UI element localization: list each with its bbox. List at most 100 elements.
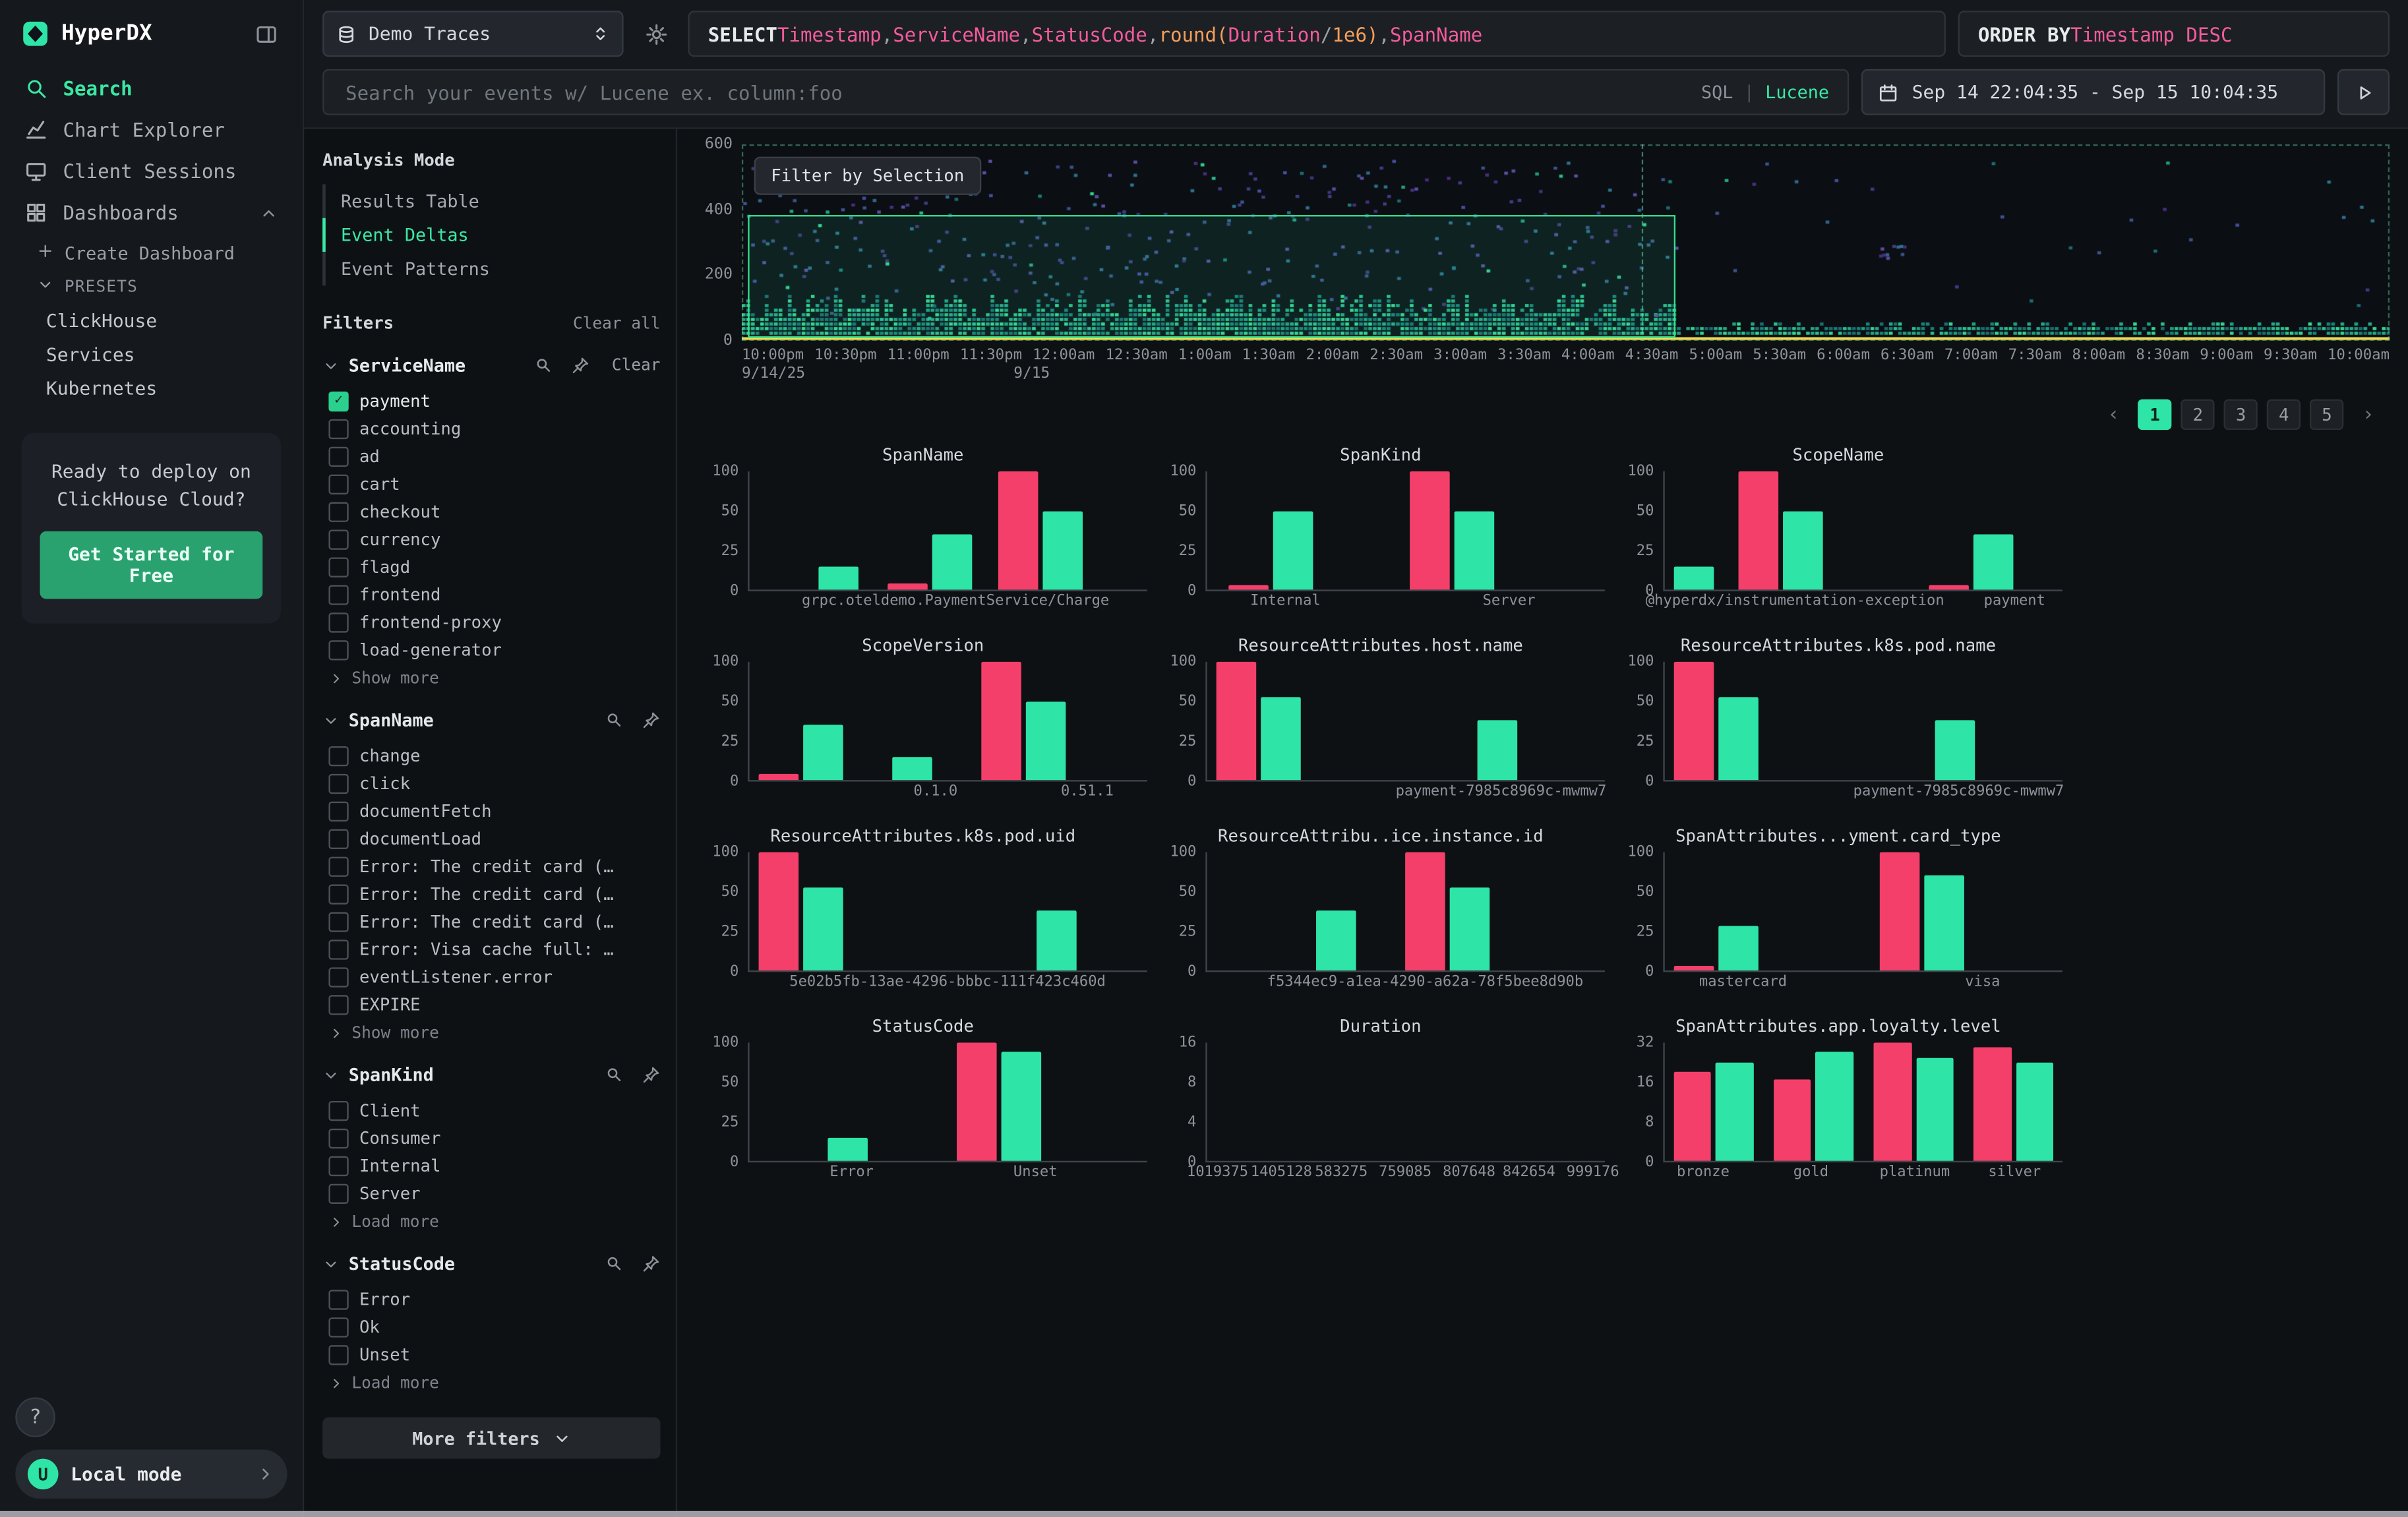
checkbox[interactable]: ✓ [328,391,348,411]
presets-toggle[interactable]: PRESETS [0,270,303,304]
filter-option-error-the-credit-card[interactable]: Error: The credit card (… [322,880,660,908]
create-dashboard-button[interactable]: Create Dashboard [0,237,303,270]
filter-option-load-generator[interactable]: load-generator [322,636,660,663]
checkbox[interactable] [328,967,348,986]
source-select[interactable]: Demo Traces [322,11,624,57]
facet-pin-icon[interactable] [642,1255,661,1273]
filter-option-frontend-proxy[interactable]: frontend-proxy [322,608,660,636]
sql-select-input[interactable]: SELECT Timestamp, ServiceName, StatusCod… [688,11,1946,57]
lang-toggle-lucene[interactable]: Lucene [1765,81,1829,103]
help-button[interactable]: ? [15,1397,55,1437]
analysis-mode-results-table[interactable]: Results Table [322,184,660,218]
facet-pin-icon[interactable] [642,1065,661,1084]
filter-option-documentload[interactable]: documentLoad [322,825,660,852]
show-more-button[interactable]: Show more [322,1018,660,1042]
pagination-prev[interactable]: ‹ [2098,402,2128,428]
checkbox[interactable] [328,612,348,632]
checkbox[interactable] [328,746,348,765]
sidebar-item-search[interactable]: Search [0,67,303,109]
filter-option-internal[interactable]: Internal [322,1152,660,1179]
filter-option-ok[interactable]: Ok [322,1313,660,1340]
checkbox[interactable] [328,1344,348,1364]
facet-pin-icon[interactable] [572,356,590,374]
checkbox[interactable] [328,994,348,1014]
filter-option-eventlistener-error[interactable]: eventListener.error [322,963,660,990]
filter-option-expire[interactable]: EXPIRE [322,990,660,1018]
pagination-page-1[interactable]: 1 [2138,400,2172,431]
checkbox[interactable] [328,1183,348,1203]
more-filters-button[interactable]: More filters [322,1417,660,1459]
checkbox[interactable] [328,1128,348,1148]
checkbox[interactable] [328,640,348,659]
filter-option-consumer[interactable]: Consumer [322,1124,660,1152]
checkbox[interactable] [328,883,348,903]
pagination-page-5[interactable]: 5 [2310,400,2343,431]
run-query-button[interactable] [2337,69,2390,115]
filter-option-click[interactable]: click [322,769,660,797]
filter-option-payment[interactable]: ✓payment [322,387,660,415]
facet-search-icon[interactable] [605,1255,624,1273]
pagination-next[interactable]: › [2353,402,2384,428]
analysis-mode-event-deltas[interactable]: Event Deltas [322,218,660,252]
filter-by-selection-button[interactable]: Filter by Selection [754,157,981,195]
get-started-button[interactable]: Get Started for Free [40,531,263,599]
filter-option-cart[interactable]: cart [322,470,660,498]
checkbox[interactable] [328,1317,348,1336]
sidebar-item-kubernetes[interactable]: Kubernetes [0,372,303,405]
load-more-button[interactable]: Load more [322,1207,660,1232]
facet-search-icon[interactable] [605,711,624,729]
checkbox[interactable] [328,474,348,494]
checkbox[interactable] [328,584,348,604]
checkbox[interactable] [328,1156,348,1175]
filter-option-error-visa-cache-full[interactable]: Error: Visa cache full: … [322,935,660,963]
checkbox[interactable] [328,446,348,466]
checkbox[interactable] [328,556,348,576]
sidebar-item-clickhouse[interactable]: ClickHouse [0,304,303,338]
filter-option-flagd[interactable]: flagd [322,552,660,580]
sidebar-item-client-sessions[interactable]: Client Sessions [0,150,303,192]
filter-option-client[interactable]: Client [322,1096,660,1124]
filter-option-error-the-credit-card[interactable]: Error: The credit card (… [322,852,660,880]
clear-all-button[interactable]: Clear all [573,314,661,332]
filter-option-error-the-credit-card[interactable]: Error: The credit card (… [322,907,660,935]
load-more-button[interactable]: Load more [322,1368,660,1392]
search-box[interactable]: SQL | Lucene [322,69,1849,115]
checkbox[interactable] [328,939,348,959]
checkbox[interactable] [328,501,348,521]
show-more-button[interactable]: Show more [322,663,660,688]
sidebar-item-chart-explorer[interactable]: Chart Explorer [0,109,303,150]
pagination-page-3[interactable]: 3 [2224,400,2258,431]
date-range-picker[interactable]: Sep 14 22:04:35 - Sep 15 10:04:35 [1861,69,2325,115]
facet-clear-button[interactable]: Clear [612,356,661,374]
search-input[interactable] [342,79,1689,105]
filter-option-change[interactable]: change [322,742,660,769]
filter-option-error[interactable]: Error [322,1285,660,1313]
checkbox[interactable] [328,1100,348,1120]
facet-search-icon[interactable] [535,356,553,374]
checkbox[interactable] [328,1289,348,1309]
facet-pin-icon[interactable] [642,711,661,729]
filter-option-currency[interactable]: currency [322,525,660,553]
checkbox[interactable] [328,529,348,549]
checkbox[interactable] [328,911,348,931]
filter-option-accounting[interactable]: accounting [322,415,660,442]
checkbox[interactable] [328,829,348,848]
facet-search-icon[interactable] [605,1065,624,1084]
heatmap-plot[interactable]: Filter by Selection [742,144,2390,341]
heatmap-selection[interactable] [748,215,1676,338]
filter-option-checkout[interactable]: checkout [322,498,660,525]
checkbox[interactable] [328,801,348,821]
filter-option-server[interactable]: Server [322,1179,660,1207]
sidebar-collapse-button[interactable] [252,19,281,48]
sidebar-item-services[interactable]: Services [0,338,303,371]
checkbox[interactable] [328,856,348,876]
analysis-mode-event-patterns[interactable]: Event Patterns [322,252,660,285]
filter-option-ad[interactable]: ad [322,442,660,470]
user-menu[interactable]: U Local mode [15,1450,287,1499]
filter-option-frontend[interactable]: frontend [322,580,660,608]
filter-option-documentfetch[interactable]: documentFetch [322,797,660,825]
lang-toggle-sql[interactable]: SQL [1701,81,1733,103]
pagination-page-4[interactable]: 4 [2267,400,2301,431]
checkbox[interactable] [328,773,348,793]
sidebar-item-dashboards[interactable]: Dashboards [0,192,303,233]
